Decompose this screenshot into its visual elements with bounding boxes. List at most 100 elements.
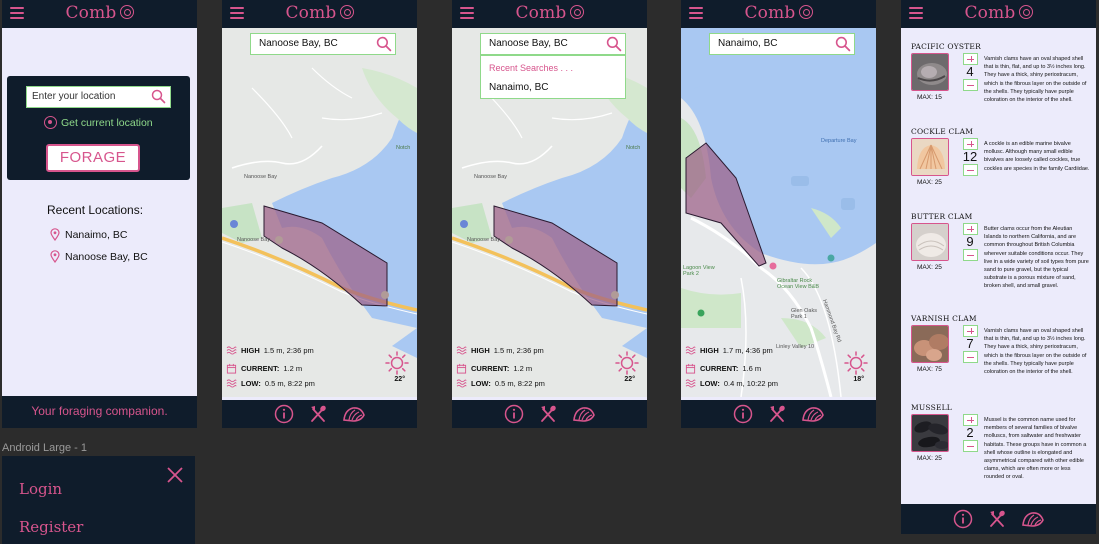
quantity-stepper: 9: [962, 223, 978, 261]
shell-icon[interactable]: [342, 404, 366, 424]
bottom-nav: [901, 504, 1096, 534]
quantity-value: 7: [966, 336, 974, 351]
decrement-button[interactable]: [962, 79, 978, 91]
shell-name: COCKLE CLAM: [911, 127, 974, 136]
info-icon[interactable]: [733, 404, 753, 424]
increment-button[interactable]: [962, 138, 978, 150]
tide-low: LOW: 0.5 m, 8:22 pm: [456, 379, 545, 388]
increment-button[interactable]: [962, 325, 978, 337]
quantity-stepper: 2: [962, 414, 978, 452]
recent-searches-dropdown: Recent Searches . . . Nanaimo, BC: [480, 55, 626, 99]
shell-description: Varnish clams have an oval shaped shell …: [984, 56, 1087, 104]
app-logo: Comb: [681, 3, 876, 23]
get-current-location-link[interactable]: Get current location: [44, 116, 153, 129]
recent-location-item[interactable]: Nanaimo, BC: [50, 228, 127, 241]
app-logo: Comb: [2, 3, 197, 23]
shell-icon[interactable]: [1021, 509, 1045, 529]
quantity-value: 9: [966, 234, 974, 249]
shell-name: MUSSELL: [911, 403, 952, 412]
shell-card: VARNISH CLAM MAX: 75 7 Varnish clams hav…: [911, 314, 1091, 375]
map-screen-search: Comb Nanoose Bay Nanoose Bay Notch Nanoo…: [452, 0, 647, 428]
bottom-nav: [222, 400, 417, 428]
map-label: Notch: [396, 145, 411, 151]
increment-button[interactable]: [962, 53, 978, 65]
shell-description: Mussel is the common name used for membe…: [984, 417, 1087, 481]
search-input[interactable]: Nanoose Bay, BC: [480, 33, 626, 55]
shell-photo: [911, 414, 949, 452]
map-screen-nanaimo: Comb Gibraltar Rock Ocean View B&B Lagoo…: [681, 0, 876, 428]
utensils-icon[interactable]: [767, 404, 787, 424]
quantity-stepper: 4: [962, 53, 978, 91]
decrement-button[interactable]: [962, 164, 978, 176]
temperature: 22°: [624, 376, 635, 383]
info-icon[interactable]: [953, 509, 973, 529]
tide-high: HIGH 1.5 m, 2:36 pm: [226, 346, 314, 355]
search-icon[interactable]: [835, 36, 851, 52]
tide-high: HIGH 1.5 m, 2:36 pm: [456, 346, 544, 355]
map-label: Nanoose Bay: [474, 174, 508, 180]
top-bar: Comb: [901, 0, 1096, 28]
search-input[interactable]: Nanoose Bay, BC: [250, 33, 396, 55]
search-icon[interactable]: [606, 36, 622, 52]
tide-high: HIGH 1.7 m, 4:36 pm: [685, 346, 773, 355]
location-card: Enter your location Get current location…: [7, 76, 190, 180]
map[interactable]: Nanoose Bay Nanoose Bay Notch Nanoose Ba…: [222, 28, 417, 397]
app-logo: Comb: [901, 3, 1096, 23]
close-icon[interactable]: [166, 466, 184, 484]
wave-icon: [685, 346, 696, 355]
shell-card: MUSSELL MAX: 25 2 Mussel is the common n…: [911, 403, 1091, 480]
sun-icon: [844, 351, 868, 375]
map-label: Glen Oaks Park 1: [791, 308, 817, 320]
wave-icon: [226, 379, 237, 388]
location-pin-icon: [50, 250, 60, 263]
menu-item-register[interactable]: Register: [19, 518, 83, 536]
calendar-icon: [226, 363, 237, 374]
calendar-icon: [456, 363, 467, 374]
top-bar: Comb: [222, 0, 417, 28]
app-logo: Comb: [452, 3, 647, 23]
calendar-icon: [685, 363, 696, 374]
info-icon[interactable]: [274, 404, 294, 424]
location-input[interactable]: Enter your location: [26, 86, 171, 108]
shell-max: MAX: 75: [917, 366, 942, 373]
increment-button[interactable]: [962, 414, 978, 426]
shell-photo: [911, 325, 949, 363]
info-icon[interactable]: [504, 404, 524, 424]
shell-name: PACIFIC OYSTER: [911, 42, 981, 51]
menu-item-login[interactable]: Login: [19, 480, 62, 498]
shell-icon[interactable]: [801, 404, 825, 424]
utensils-icon[interactable]: [308, 404, 328, 424]
sun-icon: [615, 351, 639, 375]
shell-card: COCKLE CLAM MAX: 25 12 A cockle is an ed…: [911, 127, 1091, 186]
shell-icon[interactable]: [572, 404, 596, 424]
decrement-button[interactable]: [962, 351, 978, 363]
wave-icon: [456, 346, 467, 355]
map-screen: Comb Nanoose Bay Nanoose Bay Notch Nanoo…: [222, 0, 417, 428]
search-icon[interactable]: [151, 89, 166, 104]
wave-icon: [685, 379, 696, 388]
tide-current: CURRENT: 1.2 m: [226, 363, 302, 374]
dropdown-item[interactable]: Nanaimo, BC: [489, 82, 548, 93]
home-screen: Comb Enter your location Get current loc…: [2, 0, 197, 428]
increment-button[interactable]: [962, 223, 978, 235]
recent-location-item[interactable]: Nanoose Bay, BC: [50, 250, 148, 263]
shell-photo: [911, 223, 949, 261]
bottom-nav: [452, 400, 647, 428]
utensils-icon[interactable]: [538, 404, 558, 424]
frame-label: Android Large - 1: [2, 442, 87, 454]
sun-icon: [385, 351, 409, 375]
map[interactable]: Nanoose Bay Nanoose Bay Notch Nanoose Ba…: [452, 28, 647, 397]
shell-photo: [911, 53, 949, 91]
forage-button[interactable]: FORAGE: [46, 144, 140, 172]
search-icon[interactable]: [376, 36, 392, 52]
side-menu: Login Register: [2, 456, 195, 544]
utensils-icon[interactable]: [987, 509, 1007, 529]
crosshair-icon: [44, 116, 57, 129]
map-label: Linley Valley 10: [776, 344, 815, 350]
decrement-button[interactable]: [962, 440, 978, 452]
map-label: Departure Bay: [821, 138, 857, 144]
decrement-button[interactable]: [962, 249, 978, 261]
map[interactable]: Gibraltar Rock Ocean View B&B Lagoon Vie…: [681, 28, 876, 397]
search-input[interactable]: Nanaimo, BC: [709, 33, 855, 55]
map-label: Lagoon View Park 2: [683, 265, 715, 277]
